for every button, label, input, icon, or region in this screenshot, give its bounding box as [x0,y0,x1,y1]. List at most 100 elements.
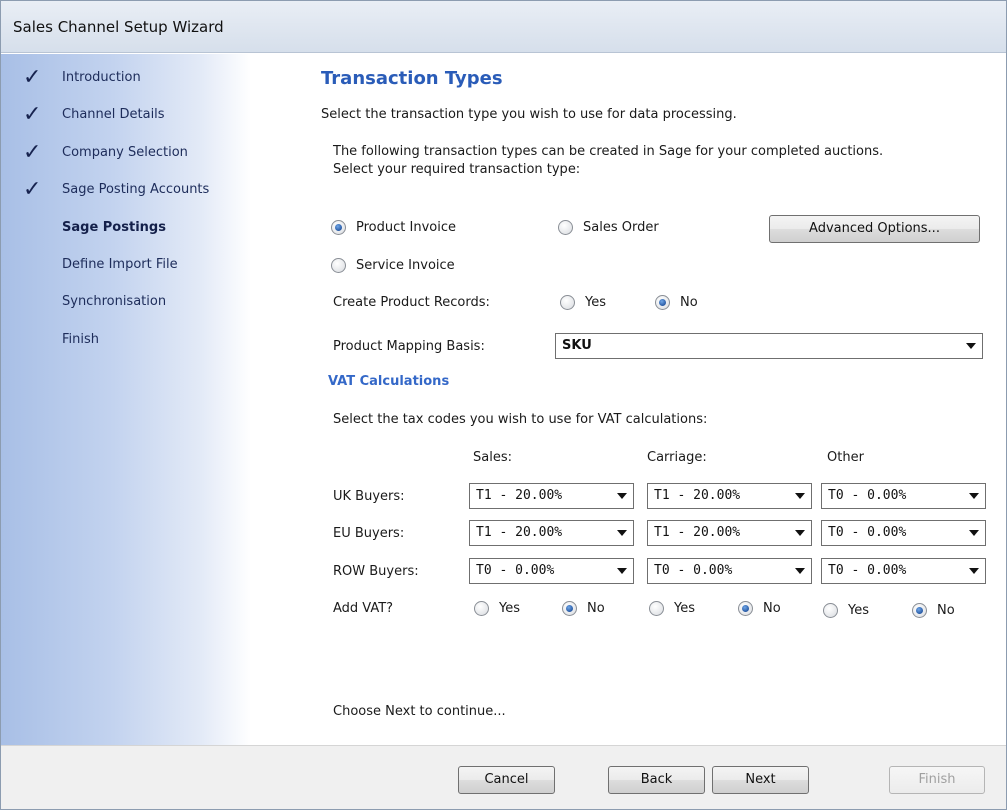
checkmark-icon: ✓ [23,140,42,165]
dropdown-value: T1 - 20.00% [654,525,741,540]
radio-selected-icon [655,295,670,310]
product-invoice-label: Product Invoice [356,220,456,235]
column-header-carriage: Carriage: [647,450,707,465]
column-header-sales: Sales: [473,450,512,465]
window-title: Sales Channel Setup Wizard [13,18,224,36]
chevron-down-icon [795,530,805,536]
product-mapping-basis-dropdown[interactable]: SKU [555,333,983,359]
add-vat-label: Add VAT? [333,601,394,616]
yes-label: Yes [674,601,695,616]
chevron-down-icon [617,493,627,499]
finish-button[interactable]: Finish [889,766,985,794]
step-introduction: ✓ Introduction [1,67,251,91]
uk-other-tax-dropdown[interactable]: T0 - 0.00% [821,483,986,509]
sales-order-radio[interactable]: Sales Order [558,220,659,235]
step-sage-postings: Sage Postings [1,217,251,241]
radio-icon [649,601,664,616]
add-vat-carriage-yes-radio[interactable]: Yes [649,601,695,616]
service-invoice-radio[interactable]: Service Invoice [331,258,455,273]
description-line-2: Select your required transaction type: [333,162,581,177]
chevron-down-icon [969,493,979,499]
advanced-options-button[interactable]: Advanced Options... [769,215,980,243]
step-channel-details: ✓ Channel Details [1,104,251,128]
continue-hint: Choose Next to continue... [333,704,506,719]
dropdown-value: T0 - 0.00% [828,488,907,503]
radio-icon [823,603,838,618]
step-sage-posting-accounts: ✓ Sage Posting Accounts [1,179,251,203]
checkmark-icon: ✓ [23,177,42,202]
next-button[interactable]: Next [712,766,809,794]
step-company-selection: ✓ Company Selection [1,142,251,166]
row-other-tax-dropdown[interactable]: T0 - 0.00% [821,558,986,584]
radio-icon [560,295,575,310]
main-panel: Transaction Types Select the transaction… [251,54,1006,745]
radio-selected-icon [331,220,346,235]
yes-label: Yes [585,295,606,310]
chevron-down-icon [795,568,805,574]
no-label: No [763,601,781,616]
button-bar: Cancel Back Next Finish [1,745,1006,809]
dropdown-value: T0 - 0.00% [828,563,907,578]
eu-sales-tax-dropdown[interactable]: T1 - 20.00% [469,520,634,546]
chevron-down-icon [966,343,976,349]
product-invoice-radio[interactable]: Product Invoice [331,220,456,235]
yes-label: Yes [499,601,520,616]
step-label: Sage Posting Accounts [62,182,210,197]
no-label: No [937,603,955,618]
no-label: No [587,601,605,616]
step-synchronisation: Synchronisation [1,291,251,315]
dropdown-value: T0 - 0.00% [828,525,907,540]
vat-section-heading: VAT Calculations [328,374,450,389]
add-vat-carriage-no-radio[interactable]: No [738,601,781,616]
dropdown-value: T0 - 0.00% [654,563,733,578]
chevron-down-icon [617,568,627,574]
no-label: No [680,295,698,310]
add-vat-other-yes-radio[interactable]: Yes [823,603,869,618]
create-records-yes-radio[interactable]: Yes [560,295,606,310]
radio-selected-icon [738,601,753,616]
row-carriage-tax-dropdown[interactable]: T0 - 0.00% [647,558,812,584]
row-buyers-label: ROW Buyers: [333,564,419,579]
dropdown-value: T0 - 0.00% [476,563,555,578]
uk-sales-tax-dropdown[interactable]: T1 - 20.00% [469,483,634,509]
page-title: Transaction Types [321,68,503,89]
eu-carriage-tax-dropdown[interactable]: T1 - 20.00% [647,520,812,546]
add-vat-sales-no-radio[interactable]: No [562,601,605,616]
radio-selected-icon [912,603,927,618]
yes-label: Yes [848,603,869,618]
create-records-no-radio[interactable]: No [655,295,698,310]
uk-carriage-tax-dropdown[interactable]: T1 - 20.00% [647,483,812,509]
radio-selected-icon [562,601,577,616]
step-label: Channel Details [62,107,165,122]
radio-icon [331,258,346,273]
wizard-window: Sales Channel Setup Wizard ✓ Introductio… [0,0,1007,810]
uk-buyers-label: UK Buyers: [333,489,405,504]
vat-instruction: Select the tax codes you wish to use for… [333,412,708,427]
step-define-import-file: Define Import File [1,254,251,278]
radio-icon [558,220,573,235]
chevron-down-icon [617,530,627,536]
chevron-down-icon [969,568,979,574]
service-invoice-label: Service Invoice [356,258,455,273]
step-label: Finish [62,332,100,347]
step-label: Synchronisation [62,294,167,309]
chevron-down-icon [795,493,805,499]
sales-order-label: Sales Order [583,220,659,235]
add-vat-sales-yes-radio[interactable]: Yes [474,601,520,616]
intro-text: Select the transaction type you wish to … [321,107,737,122]
add-vat-other-no-radio[interactable]: No [912,603,955,618]
description-line-1: The following transaction types can be c… [333,144,884,159]
step-label: Define Import File [62,257,178,272]
step-label: Introduction [62,70,141,85]
cancel-button[interactable]: Cancel [458,766,555,794]
back-button[interactable]: Back [608,766,705,794]
create-product-records-label: Create Product Records: [333,295,490,310]
chevron-down-icon [969,530,979,536]
step-finish: Finish [1,329,251,353]
step-label: Sage Postings [62,220,166,235]
checkmark-icon: ✓ [23,102,42,127]
column-header-other: Other [827,450,864,465]
row-sales-tax-dropdown[interactable]: T0 - 0.00% [469,558,634,584]
eu-other-tax-dropdown[interactable]: T0 - 0.00% [821,520,986,546]
product-mapping-basis-label: Product Mapping Basis: [333,339,485,354]
